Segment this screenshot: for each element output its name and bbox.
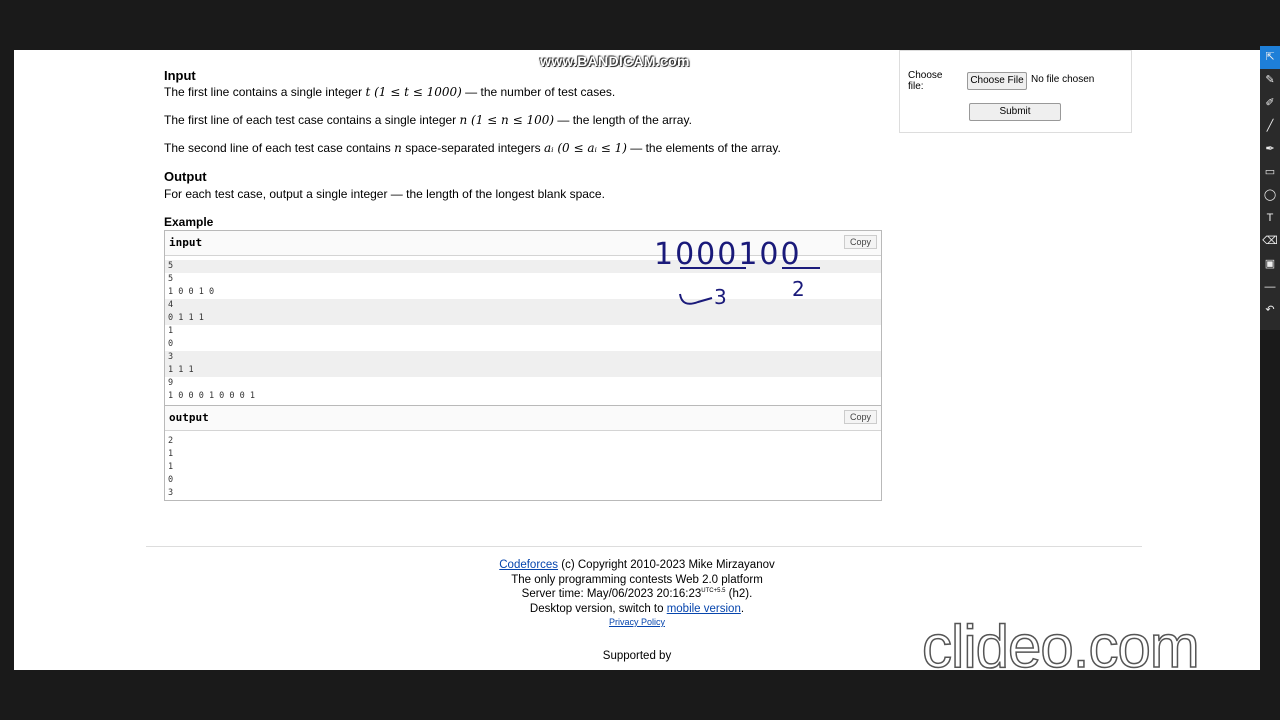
example-line: 0 [168,339,174,349]
submit-button[interactable]: Submit [969,103,1061,121]
example-line: 2 [168,436,174,446]
output-paragraph: For each test case, output a single inte… [164,187,605,201]
annotation-right-count: 2 [792,277,805,301]
undo-icon[interactable]: ↶ [1260,299,1280,322]
video-top-bar [0,0,1280,50]
output-section-title: Output [164,169,207,184]
pointer-icon[interactable]: ⇱ [1260,46,1280,69]
example-title: Example [164,215,214,229]
pencil-icon[interactable]: ✎ [1260,69,1280,92]
bandicam-watermark: www.BANDICAM.com [540,53,690,69]
ellipse-icon[interactable]: ◯ [1260,184,1280,207]
mobile-version-link[interactable]: mobile version [667,603,741,615]
handwritten-annotation: 1000100 3 2 [654,237,820,309]
footer-line-1: Codeforces (c) Copyright 2010-2023 Mike … [499,559,775,571]
example-line: 1 0 0 0 1 0 0 0 1 [168,391,255,401]
codeforces-link[interactable]: Codeforces [499,559,558,571]
footer-divider [146,546,1142,547]
output-label: output [169,411,209,424]
example-line: 1 [168,462,174,472]
choose-file-button[interactable]: Choose File [967,72,1027,90]
file-status: No file chosen [1031,74,1095,85]
footer-server-time: Server time: May/06/2023 20:16:23UTC+5.5… [521,588,753,600]
input-paragraph-1: The first line contains a single integer… [164,85,616,99]
example-output-lines: 2 1 1 0 3 [165,431,881,500]
annotation-hook [679,293,713,305]
copy-input-button[interactable]: Copy [843,235,877,249]
example-line: 0 [168,475,174,485]
text-icon[interactable]: T [1260,207,1280,230]
eraser-icon[interactable]: ⌫ [1260,230,1280,253]
clideo-watermark: clideo.com [921,612,1200,681]
example-line: 3 [168,488,174,498]
privacy-policy-link[interactable]: Privacy Policy [609,617,665,627]
annotation-left-count: 3 [714,285,727,309]
example-line: 1 1 1 [165,364,881,377]
example-line: 3 [165,351,881,364]
input-paragraph-3: The second line of each test case contai… [164,141,781,155]
pen-icon[interactable]: ✒ [1260,138,1280,161]
choose-file-label: Choose file: [908,70,943,92]
example-line: 9 [168,378,174,388]
drawing-toolbar: ⇱ ✎ ✐ ╱ ✒ ▭ ◯ T ⌫ ▣ — ↶ [1260,46,1280,330]
minus-icon[interactable]: — [1260,276,1280,299]
example-output-box: output Copy 2 1 1 0 3 [164,405,882,501]
input-section-title: Input [164,68,196,83]
rectangle-icon[interactable]: ▭ [1260,161,1280,184]
marker-icon[interactable]: ✐ [1260,92,1280,115]
annotation-digits: 1000100 [654,237,802,272]
copy-output-button[interactable]: Copy [843,410,877,424]
example-line: 1 [168,449,174,459]
browser-page: Input The first line contains a single i… [14,50,1260,670]
screenshot-icon[interactable]: ▣ [1260,253,1280,276]
input-label: input [169,236,203,249]
input-paragraph-2: The first line of each test case contain… [164,113,692,127]
submit-panel: Choose file: Choose File No file chosen … [899,50,1132,133]
line-icon[interactable]: ╱ [1260,115,1280,138]
footer-line-2: The only programming contests Web 2.0 pl… [511,574,763,586]
example-line: 1 [168,326,174,336]
example-output-header: output Copy [165,406,881,431]
